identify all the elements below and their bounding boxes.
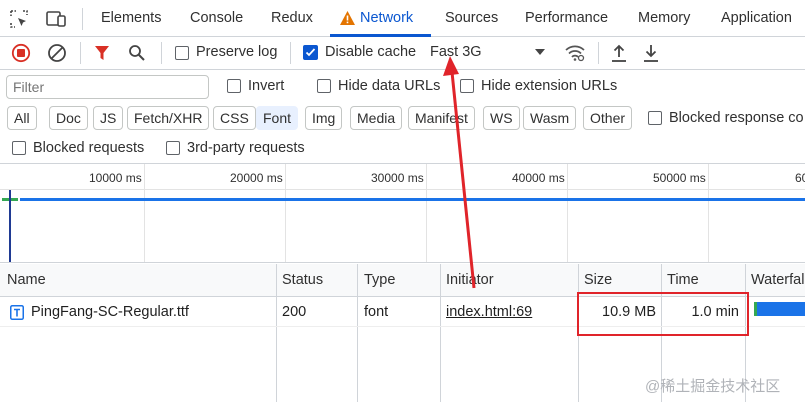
watermark: @稀土掘金技术社区 bbox=[645, 378, 781, 395]
annotation-arrow bbox=[443, 56, 476, 289]
